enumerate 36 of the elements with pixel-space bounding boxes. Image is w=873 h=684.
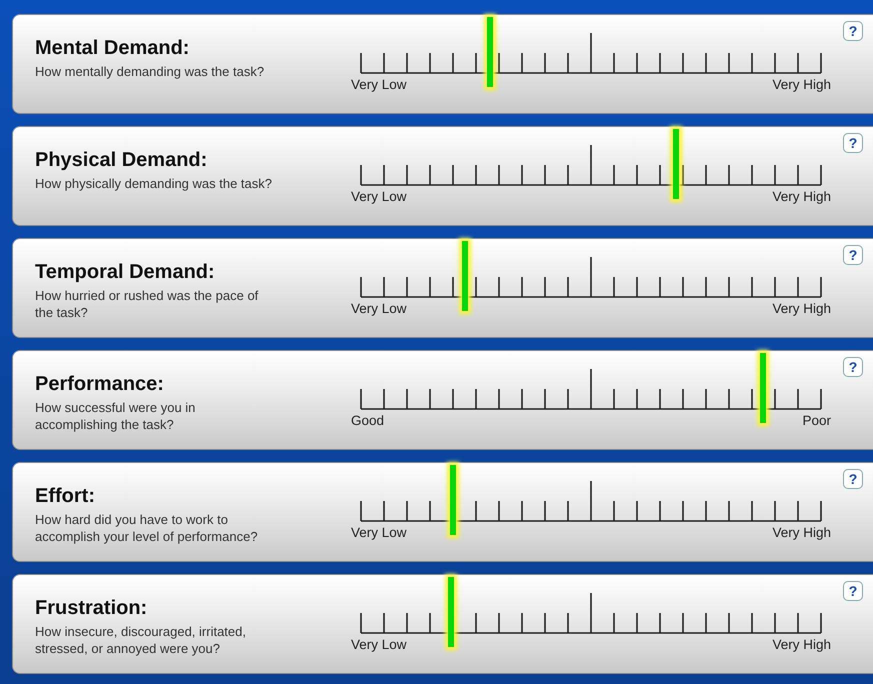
scale-question: How mentally demanding was the task? bbox=[35, 63, 266, 80]
high-label: Very High bbox=[772, 77, 831, 92]
high-label: Poor bbox=[802, 413, 831, 428]
scale-title: Temporal Demand: bbox=[35, 261, 216, 284]
rating-marker[interactable] bbox=[486, 17, 493, 87]
scale-title: Frustration: bbox=[35, 597, 148, 620]
rating-marker[interactable] bbox=[760, 353, 766, 423]
scale-question: How successful were you in accomplishing the task? bbox=[35, 399, 196, 433]
help-button[interactable]: ? bbox=[843, 245, 863, 265]
help-button[interactable]: ? bbox=[843, 581, 863, 601]
high-label: Very High bbox=[772, 189, 831, 204]
high-label: Very High bbox=[772, 301, 831, 316]
scale-title: Effort: bbox=[35, 485, 96, 508]
low-label: Very Low bbox=[351, 301, 407, 316]
low-label: Very Low bbox=[351, 77, 407, 92]
rating-marker[interactable] bbox=[448, 577, 454, 647]
help-button[interactable]: ? bbox=[843, 21, 863, 41]
low-label: Very Low bbox=[351, 637, 407, 652]
help-button[interactable]: ? bbox=[843, 469, 863, 489]
rating-marker[interactable] bbox=[462, 241, 468, 311]
rating-marker[interactable] bbox=[673, 129, 680, 199]
low-label: Very Low bbox=[351, 189, 407, 204]
rating-marker[interactable] bbox=[450, 465, 456, 535]
high-label: Very High bbox=[772, 637, 831, 652]
scale-question: How hurried or rushed was the pace of the task? bbox=[35, 287, 260, 321]
high-label: Very High bbox=[772, 525, 831, 540]
scale-title: Performance: bbox=[35, 373, 165, 396]
help-button[interactable]: ? bbox=[843, 357, 863, 377]
scale-question: How physically demanding was the task? bbox=[35, 175, 274, 192]
scale-title: Physical Demand: bbox=[35, 149, 208, 172]
scale-question: How insecure, discouraged, irritated, stressed, or annoyed were you? bbox=[35, 623, 247, 657]
low-label: Very Low bbox=[351, 525, 407, 540]
scale-question: How hard did you have to work to accomplish your level of performance? bbox=[35, 511, 259, 545]
help-button[interactable]: ? bbox=[843, 133, 863, 153]
low-label: Good bbox=[351, 413, 384, 428]
scale-title: Mental Demand: bbox=[35, 37, 190, 60]
